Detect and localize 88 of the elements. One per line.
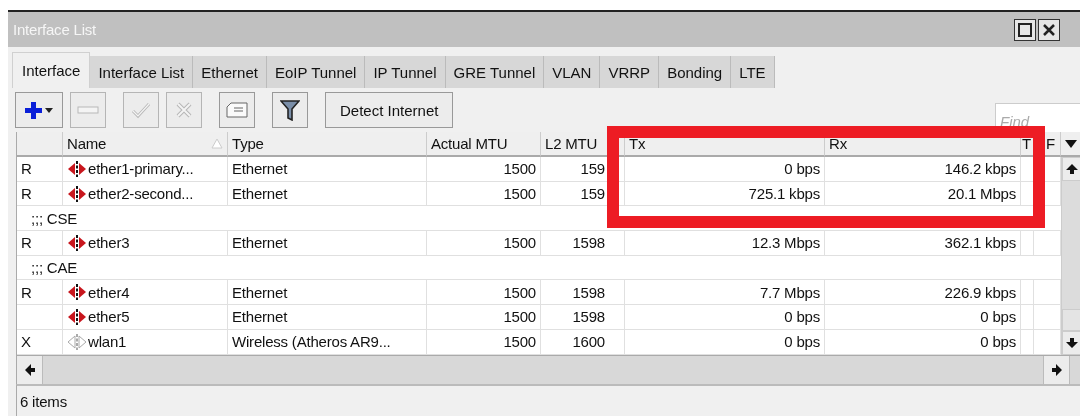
table-cell: [1021, 305, 1034, 330]
table-cell: 0 bps: [625, 305, 825, 330]
table-cell: R: [17, 181, 63, 207]
table-cell: 1500: [427, 157, 541, 182]
caret-down-icon: [1065, 139, 1077, 148]
cross-icon: [175, 101, 193, 119]
table-cell: Wireless (Atheros AR9...: [228, 329, 427, 355]
table-cell: [1021, 329, 1034, 355]
check-icon: [131, 101, 151, 119]
table-cell: 0 bps: [625, 157, 825, 182]
tab[interactable]: IP Tunnel: [365, 56, 446, 88]
table-cell: Ethernet: [228, 280, 427, 306]
column-label: Name: [67, 135, 107, 152]
arrow-left-icon: [24, 363, 35, 376]
table-cell: 1500: [427, 280, 541, 306]
table-cell: 1598: [541, 305, 625, 330]
table-cell: [1021, 231, 1034, 256]
tab[interactable]: EoIP Tunnel: [267, 56, 366, 88]
column-menu-button[interactable]: [1061, 132, 1080, 157]
detect-internet-button[interactable]: Detect Internet: [325, 92, 454, 128]
tab[interactable]: Ethernet: [193, 56, 267, 88]
table-cell: 159: [541, 181, 625, 207]
table-cell: 12.3 Mbps: [625, 231, 825, 256]
table-cell: X: [17, 329, 63, 355]
table-cell: 1500: [427, 305, 541, 330]
scroll-right-button[interactable]: [1043, 355, 1070, 384]
interface-name: wlan1: [88, 333, 127, 351]
tab[interactable]: Interface: [12, 52, 91, 88]
table-cell: Ethernet: [228, 157, 427, 182]
interface-name: ether1-primary...: [88, 160, 194, 178]
filter-button[interactable]: [272, 92, 308, 128]
interface-name: ether5: [88, 308, 130, 326]
add-button[interactable]: [15, 92, 63, 128]
horizontal-scrollbar[interactable]: [16, 354, 1080, 384]
comment-button[interactable]: [219, 92, 255, 128]
table-cell: 0 bps: [825, 329, 1021, 355]
scroll-left-button[interactable]: [17, 355, 43, 384]
plus-caret-icon: [23, 100, 55, 120]
maximize-button[interactable]: [1014, 18, 1036, 41]
table-cell: 20.1 Mbps: [825, 181, 1021, 207]
tab[interactable]: VLAN: [544, 56, 601, 88]
tab[interactable]: LTE: [731, 56, 775, 88]
table-cell: [1021, 280, 1034, 306]
scroll-down-button[interactable]: [1062, 330, 1080, 355]
table-cell: 1598: [541, 280, 625, 306]
tab[interactable]: VRRP: [600, 56, 660, 88]
table-cell: R: [17, 231, 63, 256]
maximize-icon: [1018, 22, 1032, 37]
table-cell: 1600: [541, 329, 625, 355]
comment-row: ;;; CAE: [17, 255, 1061, 281]
table-cell: 725.1 kbps: [625, 181, 825, 207]
scroll-thumb[interactable]: [1062, 308, 1080, 331]
close-button[interactable]: [1038, 18, 1060, 41]
table-cell: 0 bps: [625, 329, 825, 355]
scroll-up-button[interactable]: [1062, 157, 1080, 181]
table-cell: Ethernet: [228, 181, 427, 207]
close-icon: [1042, 22, 1056, 37]
table-cell: Ethernet: [228, 305, 427, 330]
table-cell: 1500: [427, 181, 541, 207]
table-cell: 226.9 kbps: [825, 280, 1021, 306]
interface-name: ether2-second...: [88, 185, 194, 203]
table-cell: 362.1 kbps: [825, 231, 1021, 256]
table-cell: 146.2 kbps: [825, 157, 1021, 182]
table-cell: 1500: [427, 329, 541, 355]
arrow-down-icon: [1065, 337, 1078, 348]
tab[interactable]: GRE Tunnel: [445, 56, 545, 88]
table-cell: 7.7 Mbps: [625, 280, 825, 306]
tab[interactable]: Interface List: [90, 56, 194, 88]
table-cell: Ethernet: [228, 231, 427, 256]
table-cell: 1500: [427, 231, 541, 256]
arrow-up-icon: [1065, 164, 1078, 174]
funnel-icon: [280, 99, 300, 121]
table-cell: R: [17, 280, 63, 306]
column-header[interactable]: Actual MTU: [427, 132, 541, 157]
arrow-right-icon: [1051, 363, 1062, 376]
item-count: 6 items: [20, 393, 67, 410]
interface-name: ether3: [88, 234, 130, 252]
vertical-scrollbar[interactable]: [1061, 157, 1080, 355]
table-cell: 0 bps: [825, 305, 1021, 330]
comment-row: ;;; CSE: [17, 206, 1061, 232]
column-header[interactable]: Type: [228, 132, 427, 157]
interface-name: ether4: [88, 283, 130, 301]
table-cell: 1598: [541, 231, 625, 256]
table-cell: R: [17, 157, 63, 182]
minus-icon: [77, 105, 99, 115]
table-cell: 159: [541, 157, 625, 182]
note-icon: [226, 101, 248, 119]
tab[interactable]: Bonding: [659, 56, 732, 88]
